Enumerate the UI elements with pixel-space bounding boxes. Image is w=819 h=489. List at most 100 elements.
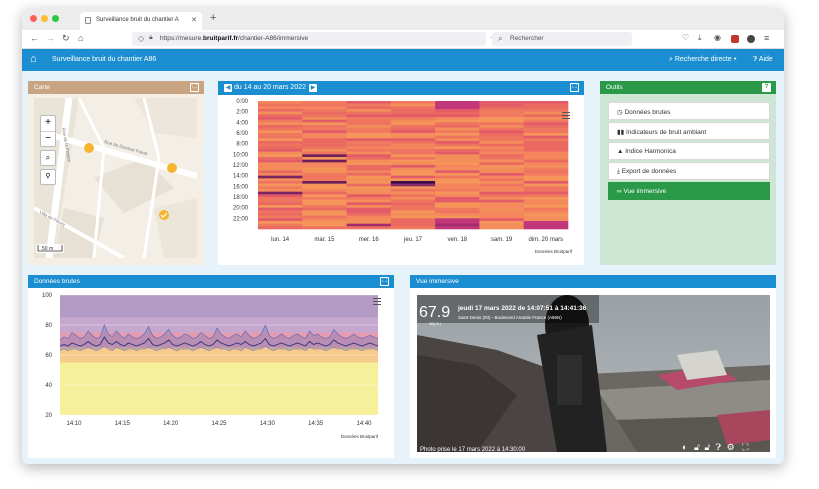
heatmap-cell (258, 162, 303, 166)
tools-panel: Outils ? ◷ Données brutes ▮▮ Indicateurs… (600, 81, 776, 265)
heatmap-cell (346, 159, 392, 163)
chart-menu-icon[interactable] (373, 298, 381, 305)
next-week-button[interactable]: ▶ (309, 84, 317, 92)
heatmap-cell (523, 194, 569, 198)
expand-icon[interactable]: ⛶ (380, 277, 389, 286)
prev-week-button[interactable]: ◀ (224, 84, 232, 92)
chart-credit: Données Bruitparif (535, 249, 573, 254)
gear-icon[interactable]: ⚙ (727, 442, 735, 452)
expand-icon[interactable]: ⛶ (190, 83, 199, 92)
menu-icon[interactable]: ≡ (764, 33, 769, 43)
heatmap-y-label: 6:00 (236, 131, 248, 137)
heatmap-y-label: 18:00 (233, 195, 249, 201)
forward-icon[interactable]: → (46, 33, 55, 43)
help-link[interactable]: ❓︎ Aide (753, 56, 773, 64)
heatmap-cell (479, 133, 525, 136)
heatmap-cell (302, 194, 347, 198)
tool-export[interactable]: ⤓ Export de données (608, 162, 770, 180)
search-icon: ⌕ (498, 34, 503, 43)
heatmap-cell (390, 109, 436, 112)
reload-icon[interactable]: ↻ (62, 33, 70, 44)
location-pin-icon[interactable]: ⚲ (40, 169, 56, 185)
heatmap-cell (390, 189, 436, 192)
tools-title: Outils (606, 84, 623, 91)
heatmap-cell (435, 221, 480, 224)
heatmap-cell (479, 221, 525, 224)
heatmap-cell (346, 221, 392, 224)
heatmap-cell (390, 135, 436, 139)
heatmap-cell (435, 226, 480, 230)
close-tab-icon[interactable]: ✕ (191, 16, 197, 24)
new-tab-icon[interactable]: + (210, 12, 216, 24)
close-window-button[interactable] (30, 15, 37, 22)
chart-menu-icon[interactable] (562, 112, 570, 119)
address-bar[interactable]: ◇ 🔒︎ https://mesure.bruitparif.fr/chanti… (132, 32, 498, 46)
home-icon[interactable]: ⌂ (30, 53, 37, 65)
heatmap-cell (258, 210, 303, 214)
heatmap-cell (390, 186, 436, 190)
tool-harmonica[interactable]: ▲ Indice Harmonica (608, 142, 770, 160)
heatmap-cell (479, 191, 525, 195)
raw-data-chart[interactable]: 20 40 60 80 100 14:10 14:15 14:20 14:25 14:30 14:3… (28, 288, 394, 458)
minimize-window-button[interactable] (41, 15, 48, 22)
heatmap-cell (390, 215, 436, 219)
tool-immersive[interactable]: ∞ Vue immersive (608, 182, 770, 200)
app-title: Surveillance bruit du chantier A86 (52, 56, 157, 63)
heatmap-cell (346, 202, 392, 206)
search-direct-link[interactable]: ⌕ Recherche directe ▾ (669, 56, 737, 64)
heatmap-cell (258, 202, 303, 206)
heatmap-cell (258, 143, 303, 147)
heatmap-cell (390, 199, 436, 203)
browser-tab[interactable]: Surveillance bruit du chantier A ✕ (80, 12, 202, 30)
heatmap-cell (258, 226, 303, 230)
search-icon[interactable]: ⌕ (40, 150, 56, 166)
profile-icon[interactable] (747, 35, 755, 43)
heatmap-cell (302, 101, 347, 104)
heatmap-cell (346, 173, 392, 176)
heatmap-cell (435, 165, 480, 168)
heatmap-cell (479, 186, 525, 190)
home-icon[interactable]: ⌂ (78, 33, 83, 43)
heatmap-cell (302, 173, 347, 176)
pocket-icon[interactable]: ♡ (682, 33, 689, 42)
x-tick-label: 14:10 (66, 421, 82, 427)
tool-ambient-indicators[interactable]: ▮▮ Indicateurs de bruit ambiant (608, 122, 770, 140)
download-icon[interactable]: ⤓ (698, 33, 702, 43)
map-view[interactable]: Rue du Docteur Poiret Rue de la Poterie … (34, 98, 197, 258)
expand-icon[interactable]: ⛶ (570, 83, 579, 92)
fullscreen-icon[interactable]: ⛶ (742, 442, 748, 452)
map-marker[interactable] (167, 163, 177, 173)
heatmap-cell (390, 125, 436, 128)
search-field[interactable]: ⌕ Rechercher (492, 32, 632, 46)
tool-raw-data[interactable]: ◷ Données brutes (608, 102, 770, 120)
heatmap-cell (346, 181, 392, 184)
account-icon[interactable]: ◉ (714, 33, 721, 42)
nav-bar: ← → ↻ ⌂ ◇ 🔒︎ https://mesure.bruitparif.f… (22, 30, 784, 49)
heatmap-cell (302, 197, 347, 200)
map-marker[interactable] (84, 143, 94, 153)
heatmap-cell (346, 138, 392, 142)
heatmap-cell (390, 221, 436, 224)
heatmap-cell (302, 149, 347, 152)
zoom-out-button[interactable]: − (41, 132, 55, 146)
heatmap-cell (435, 122, 480, 126)
heatmap-cell (258, 127, 303, 131)
heatmap-cell (346, 109, 392, 112)
help-icon[interactable]: ❓︎ (716, 442, 721, 452)
heatmap-cell (258, 109, 303, 112)
lock-icon[interactable]: 🔓︎ (694, 442, 700, 452)
heatmap-cell (302, 151, 347, 155)
heatmap-cell (258, 215, 303, 219)
map-marker-selected[interactable] (159, 210, 169, 220)
maximize-window-button[interactable] (52, 15, 59, 22)
heatmap-cell (390, 210, 436, 214)
heatmap-cell (479, 111, 525, 115)
extension-icon[interactable] (731, 35, 739, 43)
help-icon[interactable]: ? (762, 83, 771, 92)
heatmap-chart[interactable]: 0:00 2:00 4:00 6:00 8:00 10:00 12:00 14:00 16:00… (218, 95, 584, 265)
back-icon[interactable]: ← (30, 33, 39, 43)
zoom-in-button[interactable]: + (41, 116, 55, 132)
toggle-icon[interactable]: ◐ (682, 442, 687, 452)
lock-icon[interactable]: 🔓︎ (704, 442, 710, 452)
triangle-icon: ▲ (617, 148, 626, 155)
